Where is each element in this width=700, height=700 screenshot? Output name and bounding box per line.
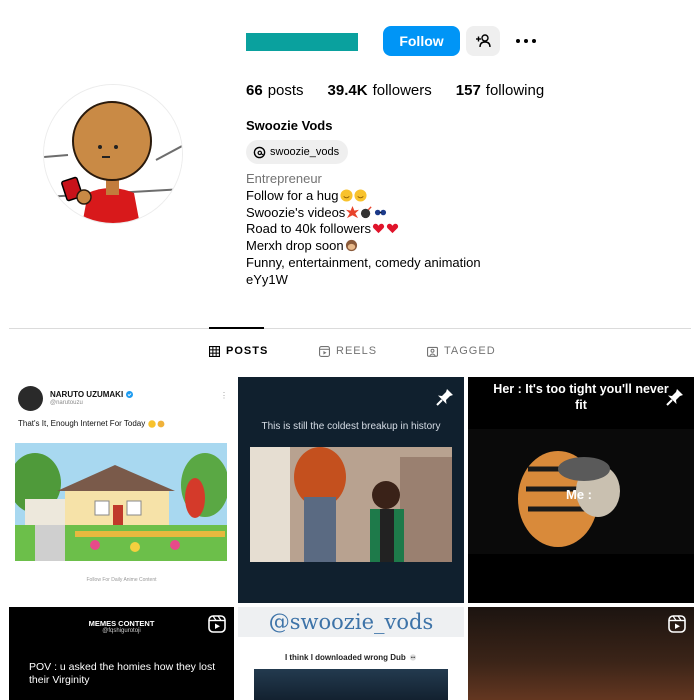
- threads-handle: swoozie_vods: [270, 146, 340, 158]
- more-options-button[interactable]: [510, 26, 542, 56]
- active-tab-indicator: [209, 327, 264, 329]
- tab-tagged[interactable]: TAGGED: [427, 345, 496, 357]
- post-tile[interactable]: This is still the coldest breakup in his…: [238, 377, 464, 603]
- reel-icon: [668, 615, 686, 633]
- bio-line: Merxh drop soon: [246, 238, 481, 255]
- post-image: [254, 669, 448, 700]
- tagged-icon: [427, 346, 438, 357]
- grid-icon: [209, 345, 220, 357]
- threads-link[interactable]: swoozie_vods: [246, 140, 349, 164]
- tiger-gif-image: Me :: [468, 429, 694, 554]
- tweet-author: NARUTO UZUMAKI: [50, 390, 134, 399]
- bio-line: Follow for a hug: [246, 188, 481, 205]
- bio-line: eYy1W: [246, 271, 288, 287]
- post-tile[interactable]: MEMES CONTENT @fqshigurotoji POV : u ask…: [9, 607, 234, 700]
- post-handle: @fqshigurotoji: [102, 628, 141, 634]
- post-tile[interactable]: NARUTO UZUMAKI @narutouzu ⋮ That's It, E…: [9, 377, 234, 603]
- post-tile[interactable]: @swoozie_vods I think I downloaded wrong…: [238, 607, 464, 700]
- follow-button[interactable]: Follow: [383, 26, 460, 56]
- bio-line: Road to 40k followers: [246, 221, 481, 238]
- waving-hand-emoji: [158, 420, 165, 428]
- post-caption: Her : It's too tight you'll never fit: [493, 382, 669, 412]
- tab-posts[interactable]: POSTS: [209, 345, 268, 357]
- post-header: @swoozie_vods: [238, 607, 464, 637]
- skull-emoji: [409, 654, 417, 661]
- stat-following[interactable]: 157 following: [456, 82, 544, 99]
- bio-line: Swoozie's videos: [246, 205, 481, 222]
- post-header: MEMES CONTENT: [88, 619, 155, 628]
- hugging-face-emoji: [339, 189, 353, 202]
- sunglasses-emoji: [375, 209, 387, 215]
- bio-line: Funny, entertainment, comedy animation: [246, 254, 481, 270]
- stat-followers[interactable]: 39.4K followers: [328, 82, 432, 99]
- tiger-overlay-text: Me :: [566, 487, 592, 502]
- username: [246, 33, 358, 51]
- bomb-emoji: [361, 206, 372, 218]
- monkey-emoji: [345, 240, 357, 252]
- stat-posts: 66 posts: [246, 82, 304, 99]
- hugging-face-emoji: [353, 189, 367, 202]
- post-caption: POV : u asked the homies how they lost t…: [29, 661, 216, 686]
- tweet-more-icon: ⋮: [220, 391, 228, 400]
- breakup-cartoon-image: [250, 447, 452, 562]
- profile-avatar[interactable]: [43, 84, 183, 224]
- house-cartoon-image: [15, 443, 227, 561]
- sleepy-face-emoji: [148, 420, 157, 428]
- more-icon: [516, 39, 536, 43]
- post-tile[interactable]: Her : It's too tight you'll never fit Me…: [468, 377, 694, 603]
- tweet-text: That's It, Enough Internet For Today: [18, 419, 165, 428]
- posts-grid: NARUTO UZUMAKI @narutouzu ⋮ That's It, E…: [9, 377, 694, 700]
- post-caption: I think I downloaded wrong Dub: [238, 653, 464, 662]
- display-name: Swoozie Vods: [246, 118, 333, 133]
- post-caption: This is still the coldest breakup in his…: [261, 421, 441, 432]
- tweet-author-avatar: [18, 386, 43, 411]
- add-user-icon: [476, 34, 491, 48]
- tweet-caption: Follow For Daily Anime Content: [86, 577, 157, 583]
- post-tile[interactable]: [468, 607, 694, 700]
- post-image: [468, 607, 694, 700]
- tabs-divider: [9, 328, 691, 329]
- tweet-handle: @narutouzu: [50, 400, 83, 406]
- red-heart-emoji: [386, 224, 399, 234]
- reels-icon: [319, 345, 330, 357]
- suggested-users-button[interactable]: [466, 26, 500, 56]
- tab-reels[interactable]: REELS: [319, 345, 377, 357]
- profile-stats: 66 posts 39.4K followers 157 following: [246, 82, 544, 99]
- verified-badge-icon: [126, 391, 134, 398]
- bio: Entrepreneur Follow for a hug Swoozie's …: [246, 171, 481, 289]
- red-heart-emoji: [372, 224, 385, 234]
- threads-icon: [253, 146, 266, 158]
- collision-emoji: [346, 205, 360, 218]
- pinned-icon: [436, 389, 453, 406]
- bio-category: Entrepreneur: [246, 171, 322, 186]
- profile-tabs: POSTS REELS TAGGED: [0, 345, 700, 361]
